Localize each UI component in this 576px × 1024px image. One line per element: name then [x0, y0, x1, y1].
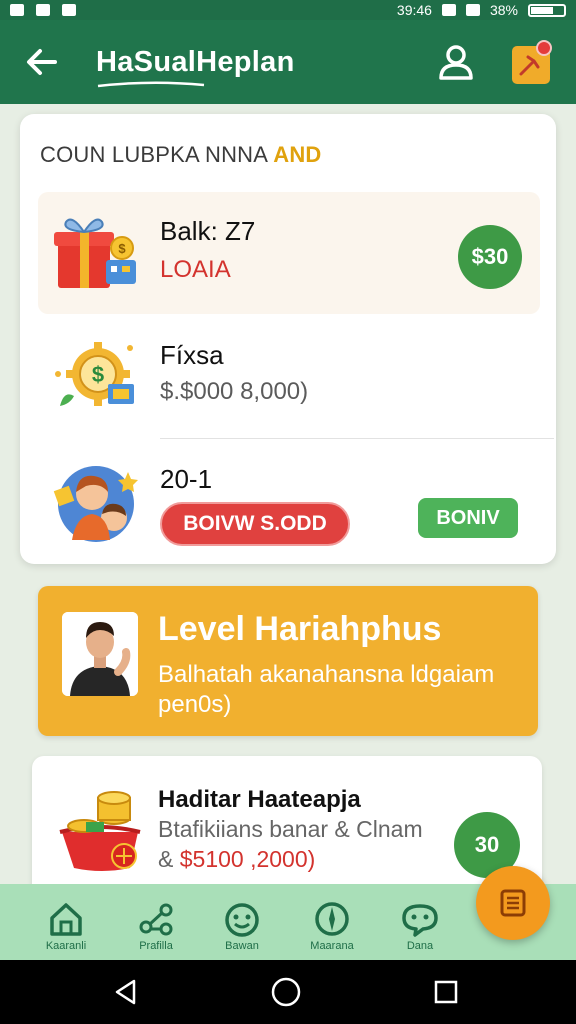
nav-item-chat[interactable]: Dana — [380, 884, 460, 960]
home-icon — [50, 903, 82, 936]
wifi-icon — [465, 4, 480, 16]
gear-dollar-icon: $ — [52, 334, 142, 424]
share-icon — [139, 903, 173, 936]
notification-dot — [536, 40, 552, 56]
arrow-left-icon — [27, 49, 57, 75]
offer-title: 20-1 — [160, 464, 213, 494]
level-description: Balhatah akanahansna ldgaiam pen0s) — [158, 661, 495, 718]
reward-amount: & $5100 ,2000) — [158, 846, 315, 873]
status-time: 39:46 — [396, 2, 432, 18]
section-heading-text: COUN LUBPKA NNNA — [40, 142, 267, 167]
status-bar: 39:46 38% — [0, 0, 576, 20]
nav-item-face[interactable]: Bawan — [202, 884, 282, 960]
menu-fab-button[interactable] — [476, 866, 550, 940]
list-icon — [500, 889, 526, 917]
coins-bag-icon — [54, 782, 150, 878]
reward-description: Btafikiians banar & Clnam — [158, 816, 423, 842]
photo-icon — [62, 4, 76, 16]
gift-box-icon: $ — [52, 208, 142, 298]
battery-percent: 38% — [489, 2, 518, 18]
divider — [160, 438, 554, 439]
compass-icon — [315, 902, 349, 936]
back-button[interactable] — [22, 42, 62, 82]
offer-subtitle: $.$000 8,000) — [160, 378, 309, 405]
offer-title: Balk: Z7 — [160, 216, 256, 246]
system-home-button[interactable] — [268, 974, 304, 1010]
app-title: HaSualHeplan — [96, 45, 295, 87]
app-title-text: HaSualHeplan — [96, 45, 295, 78]
reward-title: Haditar Haateapja — [158, 786, 361, 813]
family-icon — [52, 458, 142, 548]
sim-icon — [36, 4, 50, 16]
circle-home-icon — [271, 977, 301, 1007]
svg-text:$: $ — [118, 241, 126, 256]
offer-badge[interactable]: $30 — [458, 225, 522, 289]
level-banner[interactable]: Level Hariahphus Balhatah akanahansna ld… — [38, 586, 538, 736]
nav-label: Kaaranli — [45, 940, 87, 952]
offer-row-1[interactable]: $ Balk: Z7 LOAIA $30 — [38, 192, 540, 314]
reward-amount-value: $5100 ,2000) — [179, 846, 316, 872]
avatar — [62, 612, 138, 696]
section-heading-accent: AND — [273, 142, 322, 167]
system-navigation-bar — [0, 960, 576, 1024]
user-icon — [439, 45, 473, 80]
triangle-back-icon — [115, 979, 136, 1005]
chat-icon — [402, 904, 438, 937]
bonus-button[interactable]: BONIV — [418, 498, 518, 538]
svg-text:$: $ — [92, 362, 104, 387]
section-heading: COUN LUBPKA NNNA AND — [40, 142, 322, 168]
offer-pill-button[interactable]: BOIVW S.ODD — [160, 502, 350, 546]
app-bar: HaSualHeplan — [0, 20, 576, 104]
system-back-button[interactable] — [108, 974, 144, 1010]
nav-label: Dana — [406, 940, 434, 952]
square-recents-icon — [434, 980, 458, 1004]
face-icon — [225, 903, 259, 937]
offer-title: Fíxsa — [160, 340, 224, 370]
signal-icon — [441, 4, 456, 16]
level-title: Level Hariahphus — [158, 610, 442, 648]
reward-amount-prefix: & — [158, 846, 180, 872]
battery-icon — [528, 3, 566, 17]
nav-item-compass[interactable]: Maarana — [292, 884, 372, 960]
nav-label: Maarana — [310, 940, 354, 952]
notification-icon — [10, 4, 24, 16]
nav-label: Bawan — [225, 940, 259, 952]
profile-button[interactable] — [434, 40, 478, 84]
nav-item-share[interactable]: Prafilla — [116, 884, 196, 960]
nav-item-home[interactable]: Kaaranli — [26, 884, 106, 960]
system-recents-button[interactable] — [428, 974, 464, 1010]
notifications-button[interactable] — [510, 40, 552, 84]
nav-label: Prafilla — [139, 940, 173, 952]
offers-card: COUN LUBPKA NNNA AND $ Balk: Z7 LOAIA $3… — [20, 114, 556, 564]
offer-subtitle: LOAIA — [160, 256, 231, 283]
offer-row-2[interactable]: $ Fíxsa $.$000 8,000) — [38, 320, 540, 438]
title-underline-swoosh — [97, 80, 205, 87]
